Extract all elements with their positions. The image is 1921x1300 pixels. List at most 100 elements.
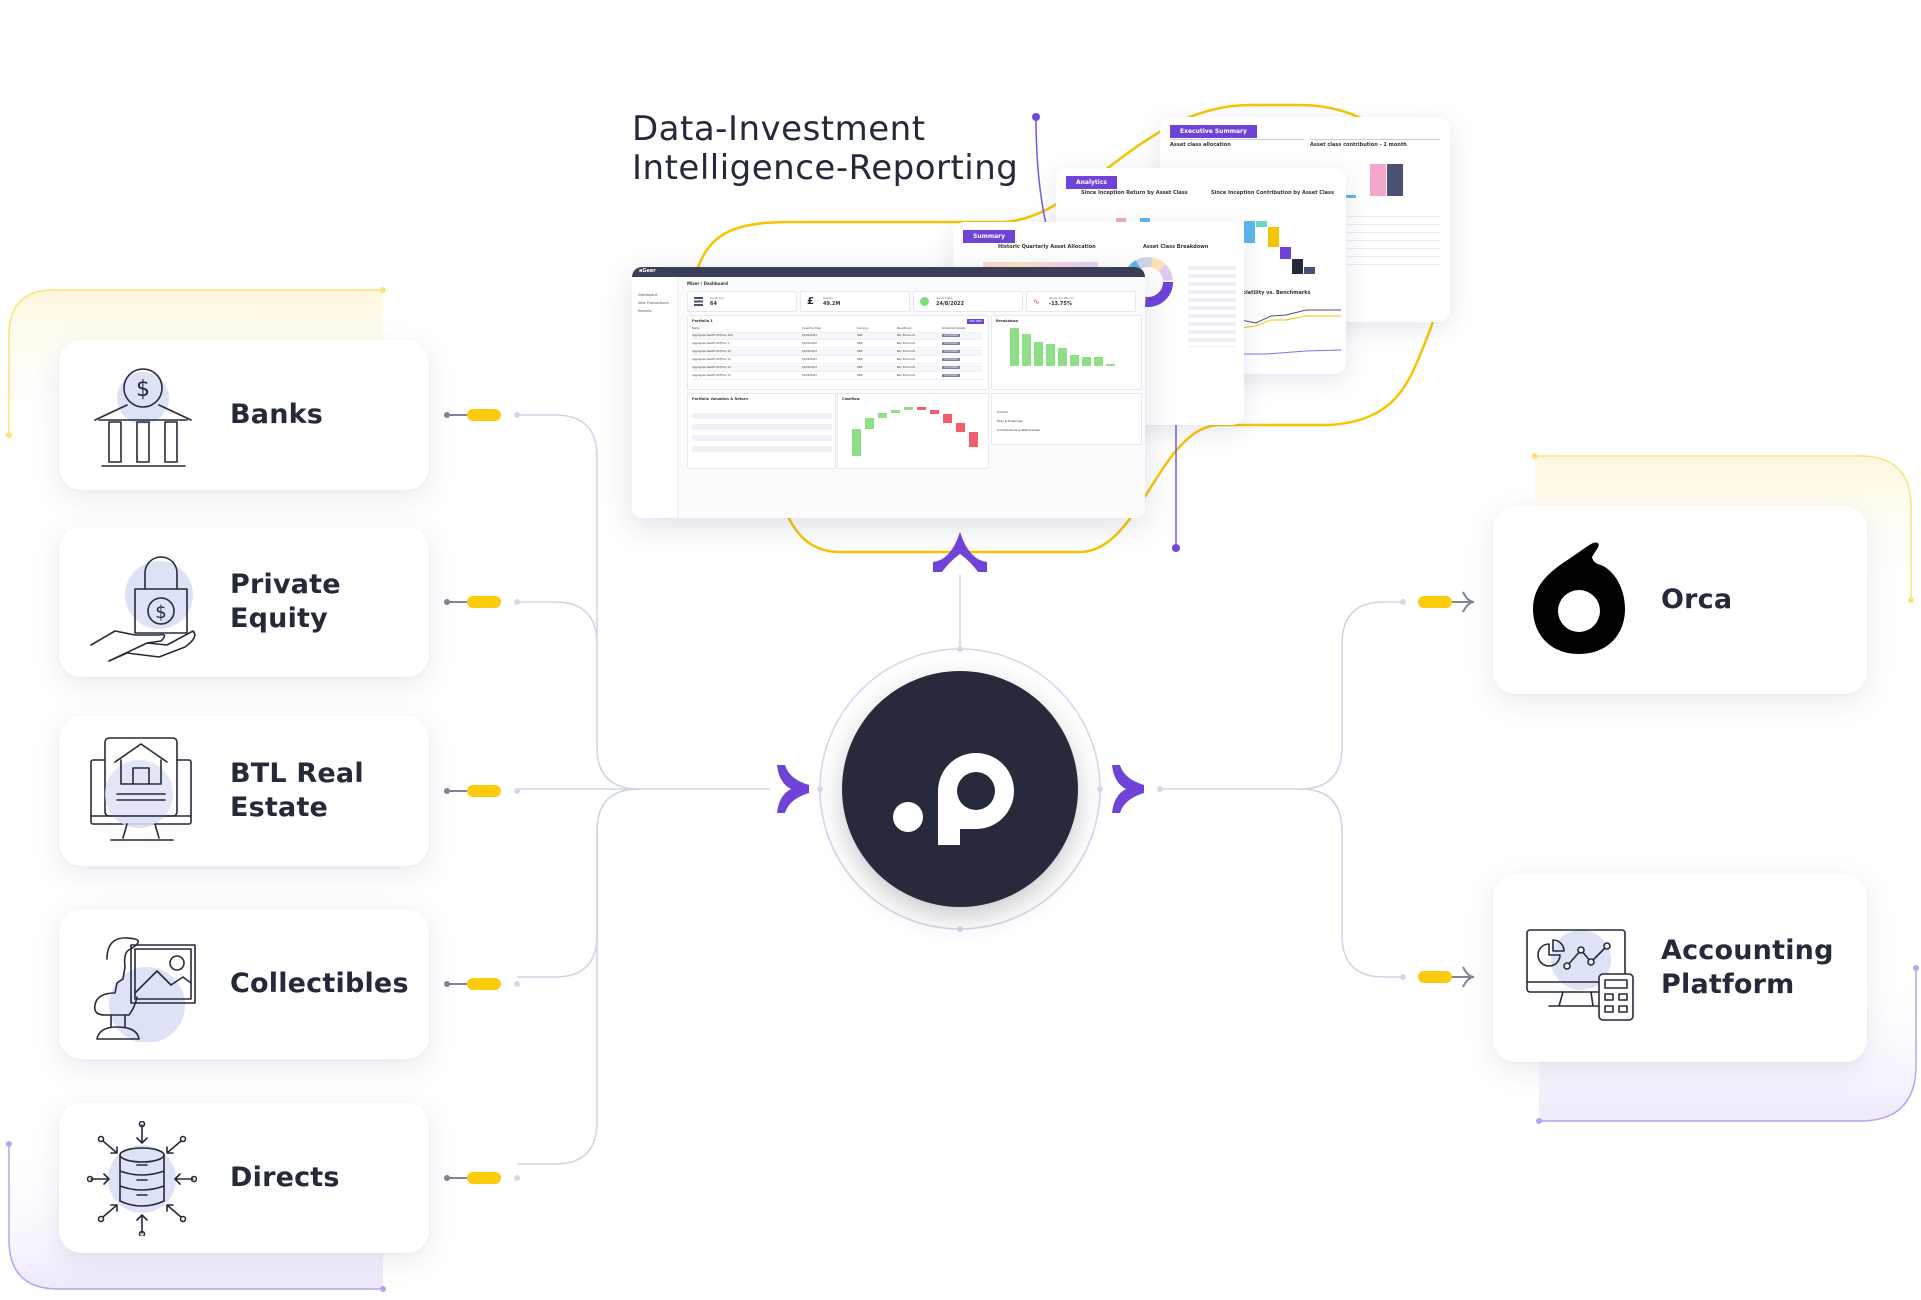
chevron-up-icon [933, 532, 987, 572]
valuation-panel: Portfolio Valuation & Return [687, 393, 836, 469]
table-cell: Ben Edmonds [897, 350, 915, 353]
destination-label: Orca [1661, 584, 1733, 615]
waterfall-bar [917, 407, 926, 410]
breakdown-chart: Breakdown [991, 315, 1142, 390]
hub-logo[interactable] [842, 671, 1078, 907]
report-heading: Since Inception Contribution by Asset Cl… [1211, 190, 1335, 196]
table-cell: Aggregate Wealth Portfolio 12 [692, 366, 731, 369]
sidebar-item[interactable]: Dashboard [638, 293, 671, 297]
bank-icon: $ [87, 358, 197, 473]
table-cell: Aggregate Wealth Portfolio 11 [692, 358, 731, 361]
sidebar-item[interactable]: New Transactions [638, 301, 671, 305]
source-label-line: Equity [230, 603, 328, 634]
stat-card: Value Date 24/8/2022 [913, 291, 1023, 312]
source-label-line: BTL Real [230, 758, 364, 789]
status-dot-icon [920, 297, 929, 306]
table-row[interactable]: Aggregate Wealth Portfolio 106 01/06/2021… [692, 333, 982, 340]
pound-icon: £ [807, 296, 814, 307]
column-header[interactable]: Simple/Composite [942, 327, 966, 330]
stat-value: 24/8/2022 [936, 301, 965, 307]
dashboard-sidebar: Dashboard New Transactions Reports [632, 277, 678, 518]
report-heading: Asset class contribution - 1 month [1310, 142, 1407, 148]
source-card-btl-real-estate[interactable]: BTL Real Estate [59, 716, 429, 866]
source-label: Collectibles [230, 968, 409, 999]
table-cell: Ben Edmonds [897, 374, 915, 377]
add-new-button[interactable]: ADD NEW [967, 319, 984, 324]
connector-dot [514, 1175, 520, 1181]
source-card-directs[interactable]: Directs [59, 1103, 429, 1253]
portfolio-table: Portfolio 1 ADD NEW Name Inception Date Cu… [687, 315, 989, 390]
waterfall-bar [891, 410, 900, 413]
table-row[interactable]: Aggregate Wealth Portfolio 10 01/06/2021 G… [692, 349, 982, 356]
report-tag: Summary [963, 230, 1016, 243]
table-cell: Ben Edmonds [897, 358, 915, 361]
column-header[interactable]: Currency [857, 327, 869, 330]
destination-card-orca[interactable]: Orca [1493, 506, 1867, 694]
cash-item: Income [997, 410, 1009, 414]
connector-pill [467, 1172, 501, 1184]
table-cell: Ben Edmonds [897, 334, 915, 337]
headline: Data-Investment Intelligence-Reporting [632, 110, 1018, 188]
source-label: Directs [230, 1162, 340, 1193]
report-heading: Asset Class Breakdown [1143, 244, 1209, 250]
source-card-collectibles[interactable]: Collectibles [59, 909, 429, 1059]
stat-card: £ Assets 49.2M [800, 291, 910, 312]
connector-dot [514, 788, 520, 794]
stat-label: Value Date [936, 296, 953, 300]
table-cell: Composite [942, 366, 960, 369]
orca-logo [1529, 541, 1629, 660]
table-row[interactable]: Aggregate Wealth Portfolio 12 01/06/2021 G… [692, 365, 982, 372]
table-row[interactable]: Aggregate Wealth Portfolio 11 01/06/2021 G… [692, 357, 982, 364]
table-cell: GBP [857, 374, 863, 377]
report-heading: Since Inception Return by Asset Class [1081, 190, 1188, 196]
table-cell: GBP [857, 358, 863, 361]
stat-card: Portfolios 64 [687, 291, 797, 312]
column-header[interactable]: Beneficiary [897, 327, 912, 330]
cash-item: Fees & Expenses [997, 419, 1023, 423]
cash-item: Contributions & Withdrawals [997, 428, 1040, 432]
panel-title: Portfolio Valuation & Return [692, 397, 748, 401]
table-row[interactable]: Aggregate Wealth Portfolio 13 01/06/2021 G… [692, 373, 982, 380]
connector-pill [467, 978, 501, 990]
stat-label: Assets [823, 296, 833, 300]
breakdown-bar [1022, 334, 1031, 366]
connector-pill [1418, 596, 1452, 608]
arrow-to-orca-icon [1450, 591, 1475, 613]
report-tag: Analytics [1066, 176, 1117, 189]
breakdown-bar [1058, 348, 1067, 366]
column-header[interactable]: Inception Date [802, 327, 821, 330]
connector-pill [467, 409, 501, 421]
breakdown-bar [1082, 357, 1091, 366]
table-cell: 01/06/2021 [802, 350, 817, 353]
breakdown-bar [1046, 344, 1055, 366]
breakdown-bar [1106, 364, 1115, 366]
table-cell: Aggregate Wealth Portfolio 1 [692, 342, 730, 345]
connector-dot [444, 599, 450, 605]
connector-pill [467, 596, 501, 608]
table-cell: 01/06/2021 [802, 366, 817, 369]
column-header[interactable]: Name [692, 327, 700, 330]
svg-text:$: $ [155, 602, 166, 623]
table-cell: Aggregate Wealth Portfolio 10 [692, 350, 731, 353]
stat-label: Worst 1D Return [1049, 296, 1074, 300]
dashboard-titlebar: aGeer [632, 267, 1145, 277]
art-collectibles-icon [87, 927, 197, 1046]
table-search[interactable]: Portfolio 1 [692, 319, 713, 323]
breadcrumb: Mizer / Dashboard [687, 281, 729, 286]
destination-card-accounting-platform[interactable]: Accounting Platform [1493, 874, 1867, 1062]
connector-pill [467, 785, 501, 797]
table-cell: Ben Edmonds [897, 366, 915, 369]
table-header: Name Inception Date Currency Beneficiary Sim… [692, 326, 982, 333]
table-cell: 01/06/2021 [802, 334, 817, 337]
stat-label: Portfolios [710, 296, 724, 300]
chevron-right-icon [777, 765, 809, 813]
source-card-private-equity[interactable]: $ Private Equity [59, 527, 429, 677]
connector-dot [514, 412, 520, 418]
sidebar-item[interactable]: Reports [638, 309, 671, 313]
source-card-banks[interactable]: $ Banks [59, 340, 429, 490]
headline-line-1: Data-Investment [632, 109, 926, 149]
destination-connector-tree [1158, 601, 1403, 978]
stat-value: 49.2M [823, 301, 841, 307]
headline-line-2: Intelligence-Reporting [632, 148, 1019, 188]
table-row[interactable]: Aggregate Wealth Portfolio 1 01/06/2020 GB… [692, 341, 982, 348]
